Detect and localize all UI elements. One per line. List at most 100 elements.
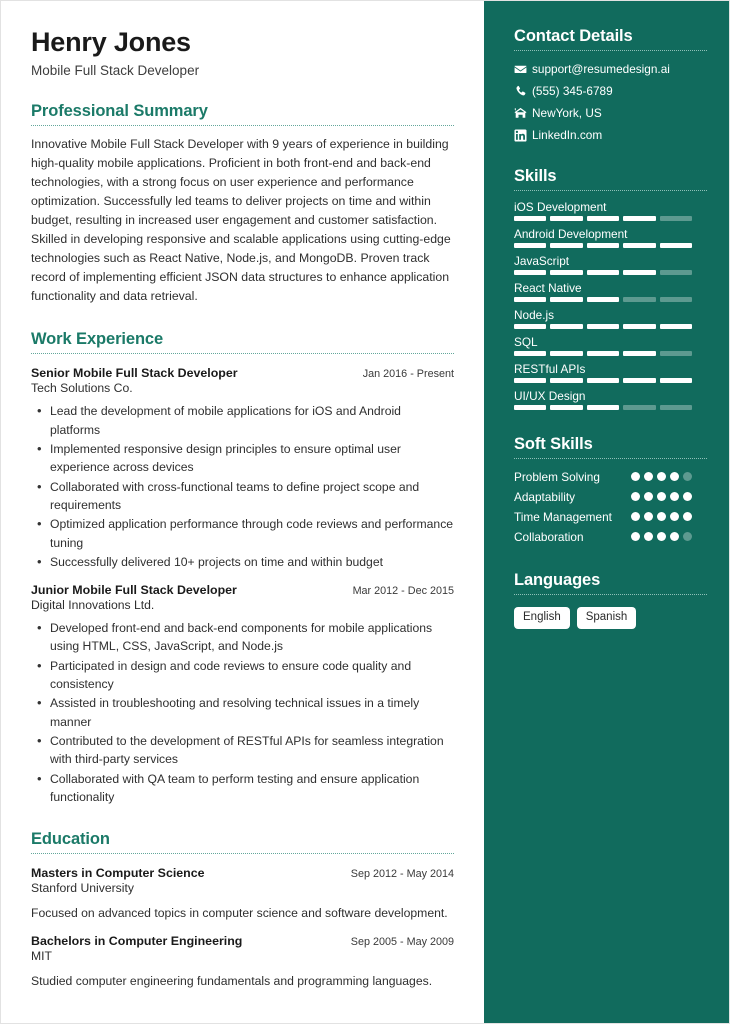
work-bullet-item: Participated in design and code reviews … bbox=[37, 656, 454, 694]
skill-segment bbox=[514, 216, 547, 221]
education-degree: Bachelors in Computer Engineering bbox=[31, 934, 243, 949]
skill-level-bar bbox=[514, 324, 693, 329]
soft-skill-dot bbox=[670, 532, 679, 542]
work-company-name: Tech Solutions Co. bbox=[31, 381, 133, 396]
soft-skill-dot bbox=[683, 532, 692, 542]
section-divider bbox=[31, 353, 454, 355]
soft-skill-name: Problem Solving bbox=[514, 470, 600, 484]
work-bullet-item: Optimized application performance throug… bbox=[37, 514, 454, 552]
section-title-soft-skills: Soft Skills bbox=[514, 435, 593, 453]
skill-row: iOS Development bbox=[514, 200, 707, 221]
skill-segment bbox=[586, 405, 620, 410]
work-entry-list: Senior Mobile Full Stack Developer Jan 20… bbox=[31, 366, 454, 806]
education-entry-header: Masters in Computer Science Sep 2012 - Ma… bbox=[31, 866, 454, 880]
education-entry: Bachelors in Computer Engineering Sep 200… bbox=[31, 934, 454, 990]
education-degree: Masters in Computer Science bbox=[31, 866, 205, 881]
section-divider bbox=[514, 50, 707, 51]
soft-skill-dot bbox=[657, 472, 666, 481]
work-job-title: Junior Mobile Full Stack Developer bbox=[31, 583, 237, 598]
contact-value: (555) 345-6789 bbox=[532, 84, 613, 98]
section-title-skills: Skills bbox=[514, 167, 557, 185]
header-block: Henry Jones Mobile Full Stack Developer bbox=[31, 27, 454, 78]
skill-segment bbox=[659, 324, 693, 329]
language-chip-list: English Spanish bbox=[514, 607, 707, 630]
linkedin-icon bbox=[514, 128, 532, 142]
work-bullet-item: Implemented responsive design principles… bbox=[37, 439, 454, 477]
skill-segment bbox=[586, 324, 620, 329]
section-soft-skills: Soft Skills Problem Solving Adaptability T… bbox=[514, 435, 707, 546]
skill-level-bar bbox=[514, 351, 693, 356]
skill-segment bbox=[623, 270, 656, 275]
soft-skill-name: Adaptability bbox=[514, 490, 575, 505]
soft-skill-dot bbox=[657, 532, 666, 542]
section-divider bbox=[514, 190, 707, 191]
soft-skill-row: Problem Solving bbox=[514, 469, 707, 486]
soft-skills-list: Problem Solving Adaptability Time Manageme… bbox=[514, 469, 707, 546]
education-entry-list: Masters in Computer Science Sep 2012 - Ma… bbox=[31, 866, 454, 991]
skill-segment bbox=[659, 378, 693, 383]
skill-level-bar bbox=[514, 378, 693, 383]
skill-segment bbox=[550, 243, 583, 248]
soft-skill-row: Collaboration bbox=[514, 529, 707, 546]
soft-skill-name: Time Management bbox=[514, 510, 612, 525]
resume-sidebar: Contact Details support@resumedesign.ai (… bbox=[484, 1, 729, 1023]
skills-list: iOS Development Android Development JavaSc… bbox=[514, 200, 707, 410]
skill-level-bar bbox=[514, 243, 693, 248]
resume-page: Henry Jones Mobile Full Stack Developer … bbox=[0, 0, 730, 1024]
skill-segment bbox=[623, 405, 656, 410]
soft-skill-rating bbox=[631, 489, 707, 502]
section-divider bbox=[31, 853, 454, 855]
soft-skill-dot bbox=[657, 512, 666, 522]
education-description: Focused on advanced topics in computer s… bbox=[31, 906, 448, 921]
section-education: Education Masters in Computer Science Sep… bbox=[31, 830, 454, 991]
work-bullet-item: Developed front-end and back-end compone… bbox=[37, 618, 454, 656]
soft-skill-dot bbox=[644, 532, 653, 542]
work-entry: Junior Mobile Full Stack Developer Mar 20… bbox=[31, 583, 454, 806]
education-school: Stanford University bbox=[31, 881, 134, 896]
skill-segment bbox=[514, 405, 547, 410]
education-description: Studied computer engineering fundamental… bbox=[31, 974, 433, 989]
phone-icon bbox=[514, 85, 532, 98]
soft-skill-dot bbox=[631, 532, 640, 542]
skill-level-bar bbox=[514, 270, 693, 275]
section-divider bbox=[31, 125, 454, 127]
section-title-contact-details: Contact Details bbox=[514, 27, 633, 45]
work-bullet-item: Collaborated with cross-functional teams… bbox=[37, 477, 454, 515]
contact-item[interactable]: LinkedIn.com bbox=[514, 128, 707, 142]
skill-name: UI/UX Design bbox=[514, 389, 586, 403]
skill-row: UI/UX Design bbox=[514, 389, 707, 410]
section-skills: Skills iOS Development Android Developmen… bbox=[514, 167, 707, 410]
professional-summary-text: Innovative Mobile Full Stack Developer w… bbox=[31, 137, 451, 304]
skill-segment bbox=[550, 351, 583, 356]
skill-name: Node.js bbox=[514, 308, 554, 322]
skill-segment bbox=[586, 216, 620, 221]
skill-level-bar bbox=[514, 216, 693, 221]
section-languages: Languages English Spanish bbox=[514, 571, 707, 630]
skill-segment bbox=[586, 351, 620, 356]
skill-segment bbox=[659, 216, 693, 221]
contact-value: NewYork, US bbox=[532, 106, 602, 120]
skill-segment bbox=[659, 270, 693, 275]
language-chip: English bbox=[514, 607, 570, 630]
skill-segment bbox=[623, 216, 656, 221]
section-divider bbox=[514, 594, 707, 596]
work-bullet-item: Contributed to the development of RESTfu… bbox=[37, 731, 454, 769]
soft-skill-dot bbox=[631, 492, 640, 502]
work-entry-header: Junior Mobile Full Stack Developer Mar 20… bbox=[31, 583, 454, 597]
contact-item[interactable]: support@resumedesign.ai bbox=[514, 62, 707, 76]
contact-item[interactable]: (555) 345-6789 bbox=[514, 84, 707, 98]
contact-item[interactable]: NewYork, US bbox=[514, 106, 707, 120]
section-title-languages: Languages bbox=[514, 571, 601, 590]
skill-segment bbox=[586, 243, 620, 248]
skill-name: SQL bbox=[514, 335, 538, 349]
skill-segment bbox=[514, 243, 547, 248]
skill-segment bbox=[586, 297, 620, 302]
work-job-date: Mar 2012 - Dec 2015 bbox=[352, 585, 454, 598]
soft-skill-dot bbox=[631, 472, 640, 481]
skill-segment bbox=[550, 324, 583, 329]
soft-skill-dot bbox=[631, 512, 640, 522]
skill-segment bbox=[514, 324, 547, 329]
soft-skill-dot bbox=[644, 492, 653, 502]
contact-value: support@resumedesign.ai bbox=[532, 62, 670, 76]
soft-skill-dot bbox=[670, 472, 679, 481]
